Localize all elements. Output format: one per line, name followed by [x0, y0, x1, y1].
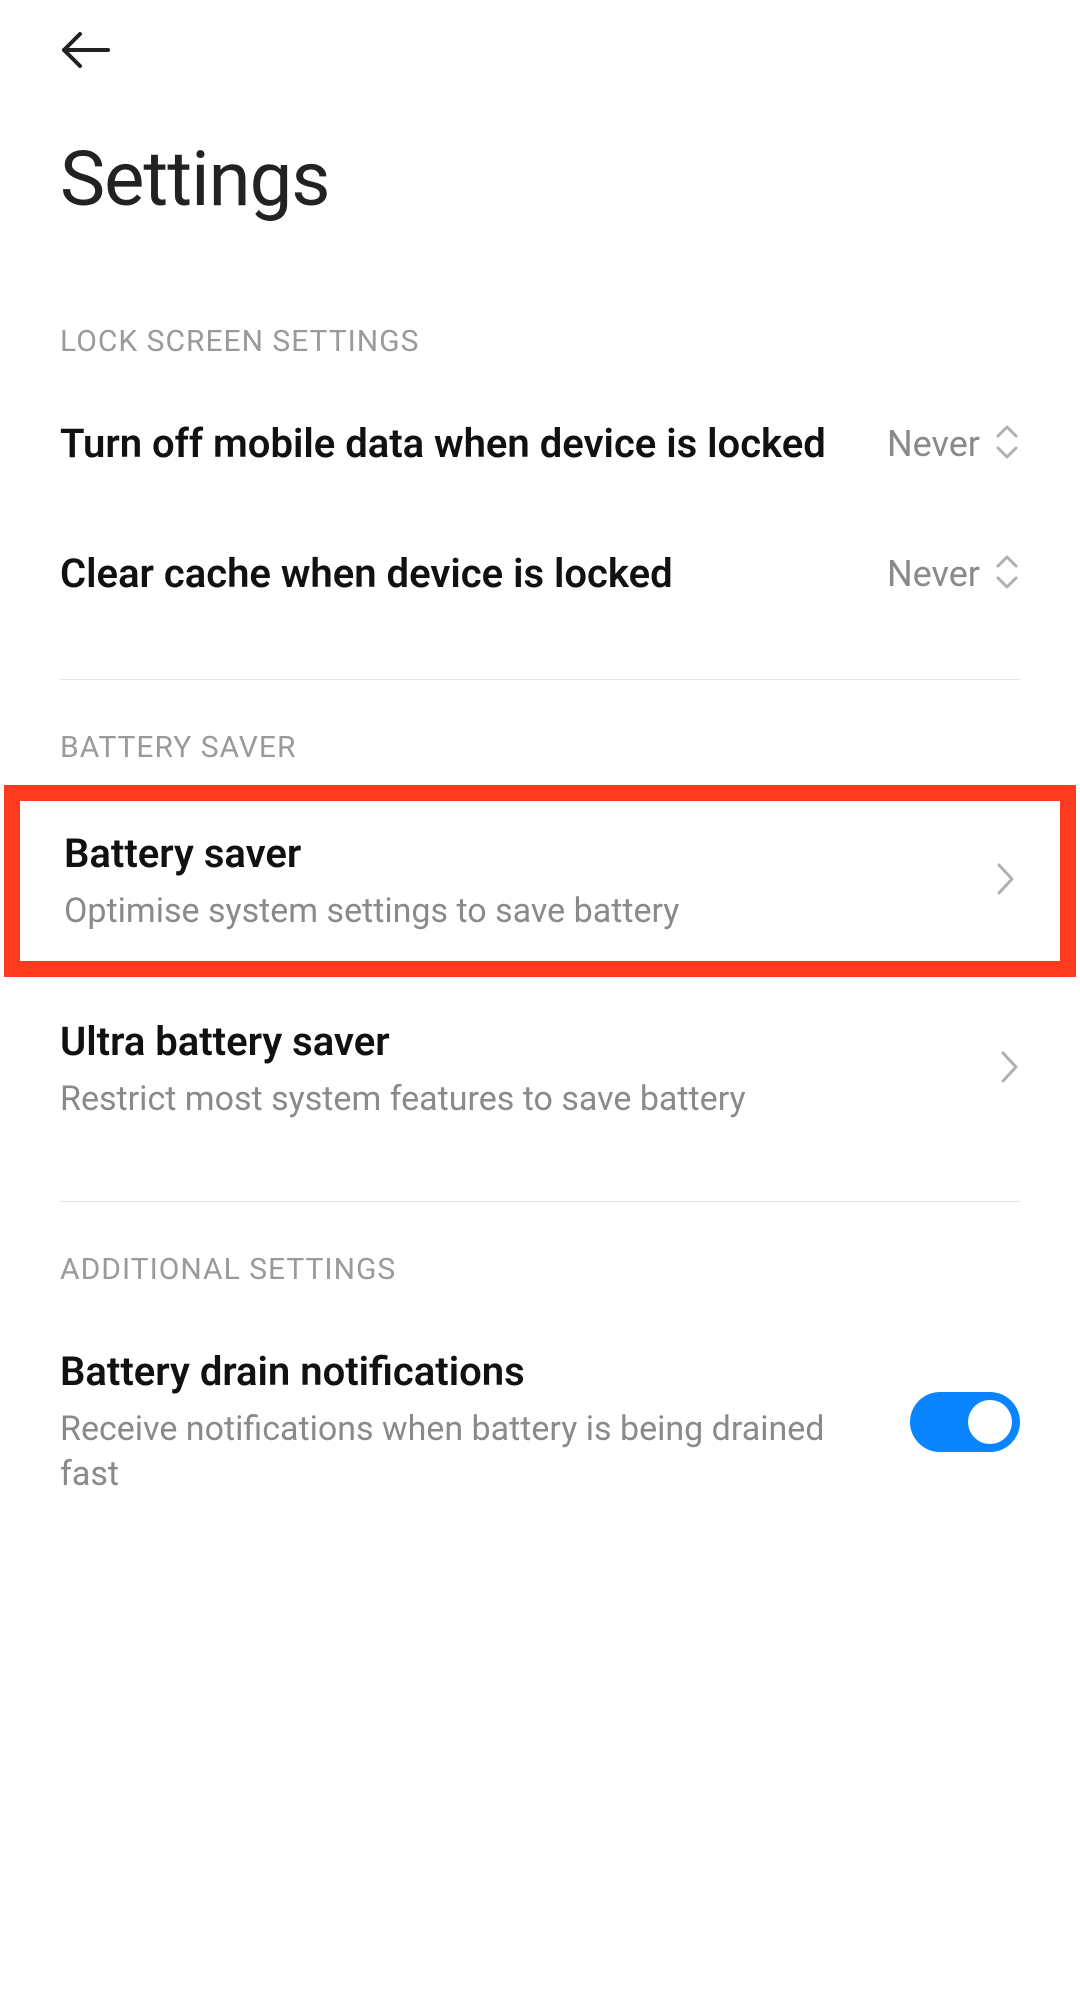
updown-icon: [994, 552, 1020, 596]
row-battery-drain-notifications[interactable]: Battery drain notifications Receive noti…: [0, 1307, 1080, 1535]
divider: [60, 1201, 1020, 1202]
row-value: Never: [887, 423, 980, 465]
row-sub: Restrict most system features to save ba…: [60, 1077, 968, 1121]
section-header-battery-saver: BATTERY SAVER: [0, 690, 1080, 785]
row-sub: Optimise system settings to save battery: [64, 889, 964, 933]
row-turn-off-mobile-data[interactable]: Turn off mobile data when device is lock…: [0, 379, 1080, 509]
row-sub: Receive notifications when battery is be…: [60, 1407, 880, 1495]
updown-icon: [994, 422, 1020, 466]
divider: [60, 679, 1020, 680]
row-ultra-battery-saver[interactable]: Ultra battery saver Restrict most system…: [0, 977, 1080, 1161]
page-title: Settings: [0, 94, 1080, 284]
section-header-lock-screen: LOCK SCREEN SETTINGS: [0, 284, 1080, 379]
section-header-additional: ADDITIONAL SETTINGS: [0, 1212, 1080, 1307]
row-title: Clear cache when device is locked: [60, 549, 857, 599]
chevron-right-icon: [994, 861, 1016, 901]
row-title: Turn off mobile data when device is lock…: [60, 419, 857, 469]
arrow-left-icon: [60, 55, 110, 74]
row-value: Never: [887, 553, 980, 595]
row-title: Ultra battery saver: [60, 1017, 968, 1067]
row-title: Battery drain notifications: [60, 1347, 880, 1397]
row-title: Battery saver: [64, 829, 964, 879]
toggle-switch[interactable]: [910, 1392, 1020, 1452]
row-clear-cache[interactable]: Clear cache when device is locked Never: [0, 509, 1080, 639]
row-battery-saver[interactable]: Battery saver Optimise system settings t…: [4, 785, 1076, 977]
toggle-knob: [968, 1400, 1012, 1444]
chevron-right-icon: [998, 1049, 1020, 1089]
back-button[interactable]: [0, 0, 170, 94]
